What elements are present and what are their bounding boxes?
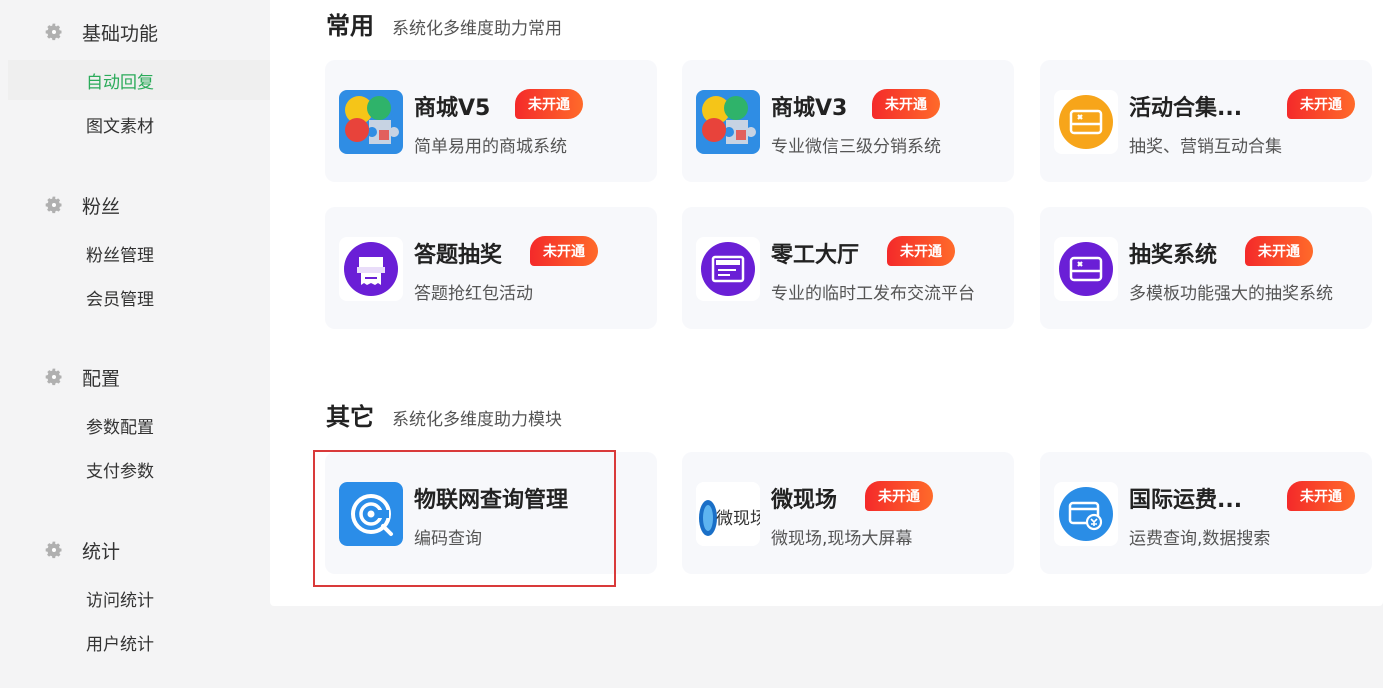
weixianchang-logo-icon: 微现场 bbox=[696, 482, 760, 546]
sidebar-group-basic: 基础功能 bbox=[44, 17, 158, 47]
app-description: 抽奖、营销互动合集 bbox=[1129, 137, 1282, 157]
puzzle-icon bbox=[339, 90, 403, 154]
gear-icon bbox=[45, 368, 62, 386]
sidebar-group-fans: 粉丝 bbox=[44, 190, 120, 220]
section-title: 其它 bbox=[326, 403, 374, 431]
sidebar-item-fan-management[interactable]: 粉丝管理 bbox=[8, 233, 270, 273]
sidebar-group-title: 统计 bbox=[82, 540, 121, 563]
sidebar-item-member-management[interactable]: 会员管理 bbox=[8, 277, 270, 317]
app-description: 多模板功能强大的抽奖系统 bbox=[1129, 284, 1333, 304]
app-name: 物联网查询管理 bbox=[414, 488, 569, 513]
sidebar: 基础功能 自动回复 图文素材 粉丝 粉丝管理 会员管理 配置 参数配置 支付参数… bbox=[0, 0, 270, 688]
app-name: 活动合集... bbox=[1129, 96, 1243, 121]
app-description: 简单易用的商城系统 bbox=[414, 137, 567, 157]
app-card-weixianchang[interactable]: 微现场 微现场 未开通 微现场,现场大屏幕 bbox=[682, 452, 1014, 574]
app-description: 专业微信三级分销系统 bbox=[771, 137, 941, 157]
app-card-lottery-system[interactable]: 抽奖系统 未开通 多模板功能强大的抽奖系统 bbox=[1040, 207, 1372, 329]
app-card-iot-query[interactable]: 物联网查询管理 编码查询 bbox=[325, 452, 657, 574]
app-name: 微现场 bbox=[771, 488, 838, 513]
sidebar-group-title: 配置 bbox=[82, 367, 121, 390]
main-panel: 常用 系统化多维度助力常用 商城V5 未开通 简单易用的商城系统 商城V3 未开… bbox=[270, 0, 1383, 606]
app-description: 微现场,现场大屏幕 bbox=[771, 529, 913, 549]
status-badge: 未开通 bbox=[515, 89, 583, 119]
app-card-intl-freight[interactable]: 国际运费... 未开通 运费查询,数据搜索 bbox=[1040, 452, 1372, 574]
status-badge: 未开通 bbox=[865, 481, 933, 511]
sidebar-group-stats: 统计 bbox=[44, 535, 120, 565]
app-card-mall-v5[interactable]: 商城V5 未开通 简单易用的商城系统 bbox=[325, 60, 657, 182]
sidebar-item-visit-stats[interactable]: 访问统计 bbox=[8, 578, 270, 618]
iot-query-icon bbox=[339, 482, 403, 546]
app-description: 专业的临时工发布交流平台 bbox=[771, 284, 975, 304]
app-description: 运费查询,数据搜索 bbox=[1129, 529, 1271, 549]
logo-text: 微现场 bbox=[716, 509, 760, 529]
status-badge: 未开通 bbox=[1287, 481, 1355, 511]
sidebar-item-auto-reply[interactable]: 自动回复 bbox=[8, 60, 270, 100]
app-card-gig-hall[interactable]: 零工大厅 未开通 专业的临时工发布交流平台 bbox=[682, 207, 1014, 329]
puzzle-icon bbox=[696, 90, 760, 154]
gift-card-icon bbox=[1054, 90, 1118, 154]
sidebar-item-param-config[interactable]: 参数配置 bbox=[8, 405, 270, 445]
status-badge: 未开通 bbox=[1287, 89, 1355, 119]
app-name: 国际运费... bbox=[1129, 488, 1243, 513]
section-header-other: 其它 系统化多维度助力模块 bbox=[326, 397, 562, 432]
sidebar-item-payment-params[interactable]: 支付参数 bbox=[8, 449, 270, 489]
app-name: 商城V3 bbox=[771, 96, 848, 121]
sidebar-group-title: 基础功能 bbox=[82, 22, 159, 45]
gear-icon bbox=[45, 541, 62, 559]
status-badge: 未开通 bbox=[530, 236, 598, 266]
app-card-mall-v3[interactable]: 商城V3 未开通 专业微信三级分销系统 bbox=[682, 60, 1014, 182]
sidebar-item-user-stats[interactable]: 用户统计 bbox=[8, 622, 270, 662]
app-description: 答题抢红包活动 bbox=[414, 284, 533, 304]
section-subtitle: 系统化多维度助力常用 bbox=[392, 19, 562, 39]
gear-icon bbox=[45, 196, 62, 214]
section-title: 常用 bbox=[326, 12, 374, 40]
gear-icon bbox=[45, 23, 62, 41]
app-name: 零工大厅 bbox=[771, 243, 860, 268]
status-badge: 未开通 bbox=[1245, 236, 1313, 266]
app-description: 编码查询 bbox=[414, 529, 482, 549]
app-card-quiz-lottery[interactable]: 答题抽奖 未开通 答题抢红包活动 bbox=[325, 207, 657, 329]
sidebar-item-media-library[interactable]: 图文素材 bbox=[8, 104, 270, 144]
sidebar-group-title: 粉丝 bbox=[82, 195, 121, 218]
app-name: 答题抽奖 bbox=[414, 243, 503, 268]
section-subtitle: 系统化多维度助力模块 bbox=[392, 410, 562, 430]
sidebar-group-config: 配置 bbox=[44, 362, 120, 392]
status-badge: 未开通 bbox=[872, 89, 940, 119]
app-card-activity-collection[interactable]: 活动合集... 未开通 抽奖、营销互动合集 bbox=[1040, 60, 1372, 182]
section-header-common: 常用 系统化多维度助力常用 bbox=[326, 6, 562, 41]
app-name: 商城V5 bbox=[414, 96, 491, 121]
status-badge: 未开通 bbox=[887, 236, 955, 266]
gift-card-icon bbox=[1054, 237, 1118, 301]
board-icon bbox=[696, 237, 760, 301]
app-name: 抽奖系统 bbox=[1129, 243, 1218, 268]
printer-icon bbox=[339, 237, 403, 301]
freight-card-icon bbox=[1054, 482, 1118, 546]
